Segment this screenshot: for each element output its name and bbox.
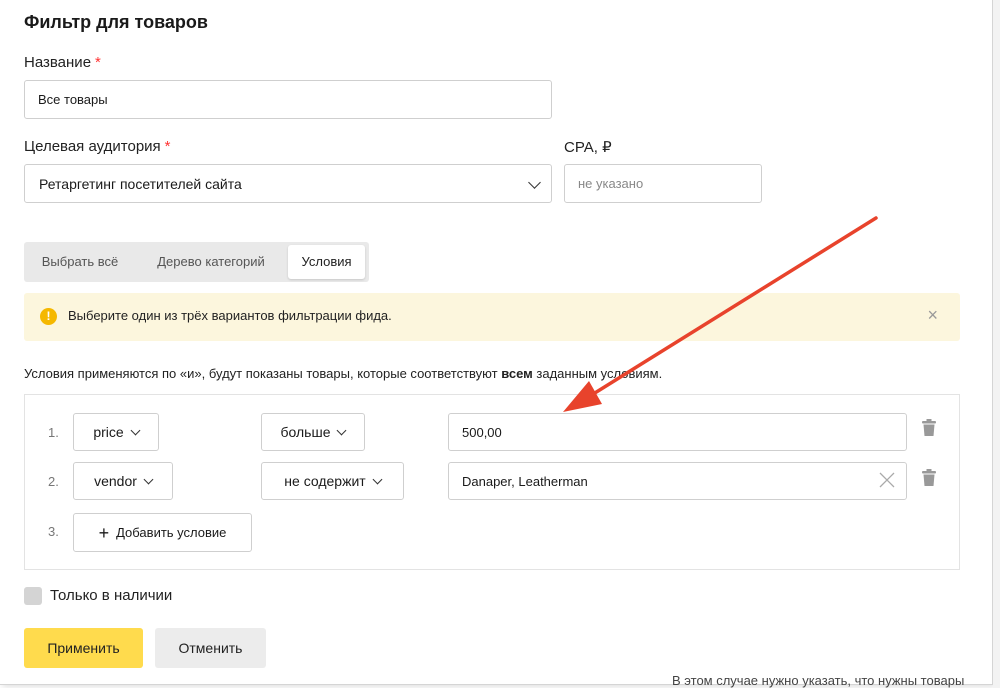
audience-select[interactable]: Ретаргетинг посетителей сайта [24, 164, 552, 203]
add-condition-label: Добавить условие [116, 525, 227, 540]
audience-label-text: Целевая аудитория [24, 138, 161, 155]
clear-icon[interactable] [878, 471, 896, 489]
row-number: 3. [48, 524, 59, 539]
name-input-value: Все товары [38, 92, 108, 107]
alert-text: Выберите один из трёх вариантов фильтрац… [68, 308, 392, 323]
cpa-input-placeholder: не указано [578, 176, 644, 191]
dialog-title: Фильтр для товаров [24, 12, 208, 32]
field-select-price[interactable]: price [73, 413, 159, 451]
required-mark: * [95, 54, 101, 71]
add-condition-button[interactable]: + Добавить условие [73, 513, 252, 552]
condition-value-input[interactable]: 500,00 [448, 413, 907, 451]
audience-select-value: Ретаргетинг посетителей сайта [39, 175, 242, 192]
cancel-button[interactable]: Отменить [155, 628, 266, 668]
operator-select-value: больше [280, 424, 331, 440]
condition-value-input[interactable]: Danaper, Leatherman [448, 462, 907, 500]
field-select-value: price [93, 424, 124, 440]
warning-alert: ! Выберите один из трёх вариантов фильтр… [24, 293, 960, 341]
tab-category-tree[interactable]: Дерево категорий [140, 242, 282, 282]
in-stock-label: Только в наличии [50, 587, 173, 604]
in-stock-checkbox[interactable] [24, 587, 42, 605]
chevron-down-icon [143, 474, 154, 484]
operator-select-greater[interactable]: больше [261, 413, 365, 451]
chevron-down-icon [528, 176, 541, 189]
condition-value: Danaper, Leatherman [462, 473, 588, 489]
trash-icon[interactable] [922, 419, 936, 436]
audience-label: Целевая аудитория * [24, 138, 171, 155]
description-suffix: заданным условиям. [532, 366, 663, 381]
field-select-vendor[interactable]: vendor [73, 462, 173, 500]
apply-button[interactable]: Применить [24, 628, 143, 668]
chevron-down-icon [130, 425, 141, 435]
condition-value: 500,00 [462, 424, 502, 440]
cpa-input[interactable]: не указано [564, 164, 762, 203]
name-input[interactable]: Все товары [24, 80, 552, 119]
name-label: Название * [24, 54, 101, 71]
warning-icon: ! [40, 308, 57, 325]
close-icon[interactable]: × [927, 305, 938, 326]
operator-select-value: не содержит [284, 473, 366, 489]
chevron-down-icon [337, 425, 347, 435]
chevron-down-icon [372, 474, 383, 484]
operator-select-not-contains[interactable]: не содержит [261, 462, 404, 500]
tab-select-all[interactable]: Выбрать всё [28, 242, 132, 282]
trash-icon[interactable] [922, 469, 936, 486]
field-select-value: vendor [94, 473, 137, 489]
tab-conditions[interactable]: Условия [288, 245, 365, 279]
background-page-text: В этом случае нужно указать, что нужны т… [672, 673, 965, 688]
filter-dialog: Фильтр для товаров Название * Все товары … [0, 0, 993, 685]
row-number: 2. [48, 474, 59, 489]
description-prefix: Условия применяются по «и», будут показа… [24, 366, 502, 381]
description-bold: всем [501, 366, 533, 381]
conditions-description: Условия применяются по «и», будут показа… [24, 366, 662, 381]
row-number: 1. [48, 425, 59, 440]
plus-icon: + [98, 522, 110, 543]
filter-mode-tabs: Выбрать всё Дерево категорий Условия [24, 242, 369, 282]
name-label-text: Название [24, 54, 92, 71]
scrollbar[interactable] [993, 0, 1000, 688]
required-mark: * [164, 138, 171, 155]
cpa-label: CPA, ₽ [564, 139, 612, 156]
